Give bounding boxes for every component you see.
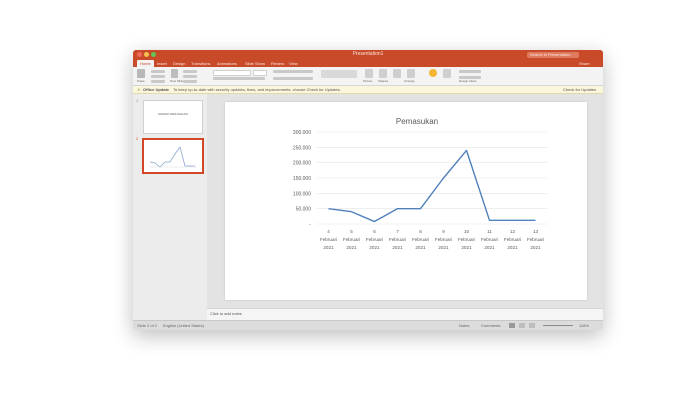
share-button[interactable]: Share xyxy=(579,60,590,67)
search-input[interactable]: Search in Presentation xyxy=(527,52,579,58)
arrange-button[interactable]: Arrange xyxy=(404,79,415,83)
paste-icon[interactable] xyxy=(137,69,145,78)
ribbon-tabs: Home Insert Design Transitions Animation… xyxy=(133,60,603,67)
series-line xyxy=(328,149,536,223)
powerpoint-window: Presentation1 Search in Presentation Hom… xyxy=(133,50,603,330)
y-tick-label: 50.000 xyxy=(296,207,312,213)
font-format-buttons[interactable] xyxy=(213,77,265,80)
x-tick-label: 8 Februari 2021 xyxy=(412,229,429,250)
comments-toggle-button[interactable]: Comments xyxy=(481,321,500,330)
x-tick-label: 13 Februari 2021 xyxy=(527,229,544,250)
picture-button[interactable]: Picture xyxy=(363,79,372,83)
y-tick-label: 100.000 xyxy=(293,191,311,197)
slide-thumbnails-pane: 1 GRAFIK PENJUALAN 2 xyxy=(133,94,207,320)
y-tick-label: - xyxy=(309,222,311,228)
section-button[interactable] xyxy=(183,80,197,83)
x-tick-label: 7 Februari 2021 xyxy=(389,229,406,250)
y-tick-label: 150.000 xyxy=(293,176,311,182)
slide-sorter-icon[interactable] xyxy=(519,323,525,328)
x-tick-label: 9 Februari 2021 xyxy=(435,229,452,250)
reading-view-icon[interactable] xyxy=(529,323,535,328)
y-tick-label: 250.000 xyxy=(293,145,311,151)
paste-button[interactable]: Paste xyxy=(137,79,145,83)
x-tick-label: 12 Februari 2021 xyxy=(504,229,521,250)
new-slide-icon[interactable] xyxy=(171,69,178,78)
reset-button[interactable] xyxy=(183,75,197,78)
cut-button[interactable] xyxy=(151,70,165,73)
quick-styles-icon[interactable] xyxy=(429,69,437,77)
current-slide[interactable]: Pemasukan 300.000 250.000 200.000 150.000 10… xyxy=(225,102,587,300)
thumbnail-title: GRAFIK PENJUALAN xyxy=(158,112,188,116)
arrange-icon[interactable] xyxy=(407,69,415,78)
chart-title: Pemasukan xyxy=(396,117,438,126)
thumbnail-chart-preview xyxy=(149,146,197,168)
line-chart[interactable]: Pemasukan 300.000 250.000 200.000 150.000 10… xyxy=(225,102,587,300)
x-tick-label: 10 Februari 2021 xyxy=(458,229,475,250)
font-name-select[interactable] xyxy=(213,70,251,76)
tab-slide-show[interactable]: Slide Show xyxy=(245,60,265,67)
shape-fill-button[interactable] xyxy=(459,70,481,73)
tab-transitions[interactable]: Transitions xyxy=(191,60,210,67)
ribbon-toolbar: Paste New Slide Picture Shapes Arrange D… xyxy=(133,67,603,86)
slide-counter: Slide 2 of 2 xyxy=(137,323,158,328)
x-tick-label: 6 Februari 2021 xyxy=(366,229,383,250)
edit-icon[interactable] xyxy=(443,69,451,78)
zoom-slider[interactable] xyxy=(543,325,573,326)
notes-pane[interactable]: Click to add notes xyxy=(207,308,603,320)
status-bar: Slide 2 of 2 English (United States) Not… xyxy=(133,320,603,330)
y-axis-ticks: 300.000 250.000 200.000 150.000 100.000 50.00… xyxy=(293,130,311,228)
tab-design[interactable]: Design xyxy=(173,60,185,67)
y-tick-label: 200.000 xyxy=(293,161,311,167)
tab-view[interactable]: View xyxy=(289,60,298,67)
x-axis-ticks: 4 Februari 2021 5 Februari 2021 6 Februari 2021 7… xyxy=(320,229,544,250)
notes-toggle-button[interactable]: Notes xyxy=(459,321,469,330)
tab-insert[interactable]: Insert xyxy=(157,60,167,67)
font-size-select[interactable] xyxy=(253,70,267,76)
check-updates-button[interactable]: Check for Updates xyxy=(563,86,596,93)
x-tick-label: 4 Februari 2021 xyxy=(320,229,337,250)
x-tick-label: 5 Februari 2021 xyxy=(343,229,360,250)
layout-button[interactable] xyxy=(183,70,197,73)
shapes-icon[interactable] xyxy=(379,69,387,78)
slide-thumbnail-2[interactable] xyxy=(142,138,204,174)
update-info-bar: ⚠ Office Update To keep up-to-date with … xyxy=(133,86,603,94)
zoom-level[interactable]: 118% xyxy=(579,321,589,330)
shapes-button[interactable]: Shapes xyxy=(378,79,388,83)
picture-icon[interactable] xyxy=(365,69,373,78)
design-ideas-button[interactable]: Design Ideas xyxy=(459,79,477,83)
slide-editor: Pemasukan 300.000 250.000 200.000 150.000 10… xyxy=(207,94,603,308)
info-icon: ⚠ xyxy=(137,87,141,92)
chart-series xyxy=(328,149,536,223)
slide-thumbnail-1[interactable]: GRAFIK PENJUALAN xyxy=(143,100,203,134)
x-tick-label: 11 Februari 2021 xyxy=(481,229,498,250)
normal-view-icon[interactable] xyxy=(509,323,515,328)
language-indicator[interactable]: English (United States) xyxy=(163,321,204,330)
y-tick-label: 300.000 xyxy=(293,130,311,136)
text-box-icon[interactable] xyxy=(393,69,401,78)
thumbnail-number: 2 xyxy=(136,136,139,141)
info-title: Office Update xyxy=(143,87,170,92)
info-message: To keep up-to-date with security updates… xyxy=(173,87,341,92)
new-slide-button[interactable]: New Slide xyxy=(170,79,184,83)
paragraph-buttons[interactable] xyxy=(273,70,313,73)
thumbnail-number: 1 xyxy=(136,98,139,103)
copy-button[interactable] xyxy=(151,75,165,78)
chart-gridlines xyxy=(317,131,547,225)
alignment-buttons[interactable] xyxy=(273,77,313,80)
format-button[interactable] xyxy=(151,80,165,83)
text-tools[interactable] xyxy=(321,70,357,78)
tab-review[interactable]: Review xyxy=(271,60,284,67)
tab-home[interactable]: Home xyxy=(137,60,154,67)
tab-animations[interactable]: Animations xyxy=(217,60,237,67)
title-bar: Presentation1 Search in Presentation xyxy=(133,50,603,60)
